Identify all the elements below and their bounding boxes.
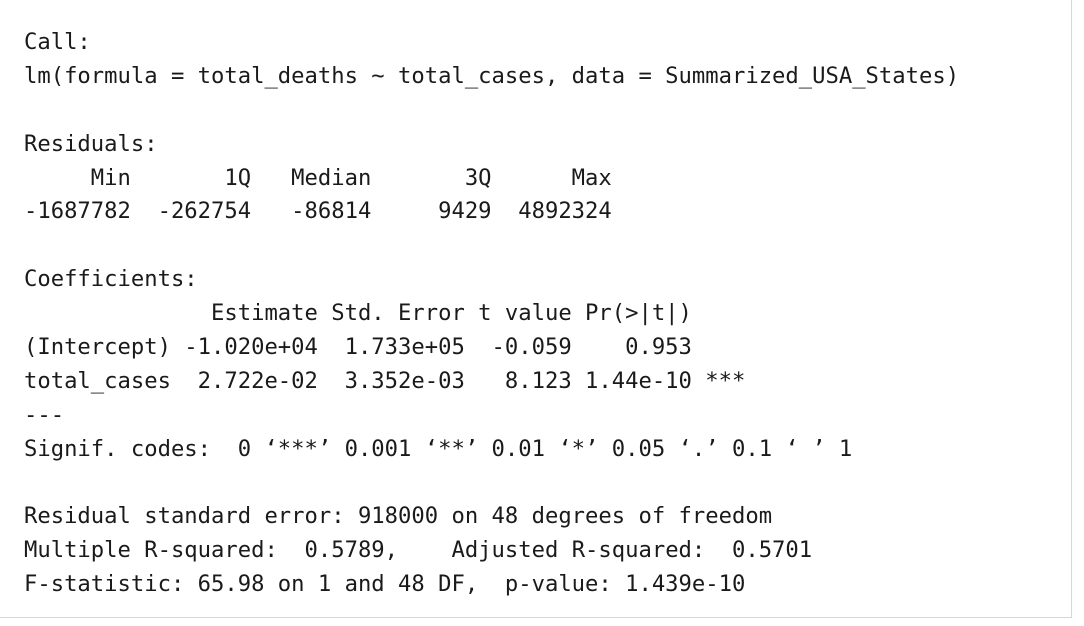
separator-line: --- <box>24 401 65 428</box>
signif-codes: Signif. codes: 0 ‘***’ 0.001 ‘**’ 0.01 ‘… <box>24 435 853 462</box>
coefficients-label: Coefficients: <box>24 266 198 293</box>
residuals-values: -1687782 -262754 -86814 9429 4892324 <box>24 198 626 225</box>
coefficients-row-total-cases: total_cases 2.722e-02 3.352e-03 8.123 1.… <box>24 367 746 394</box>
residual-standard-error: Residual standard error: 918000 on 48 de… <box>24 503 773 530</box>
regression-summary-output: Call: lm(formula = total_deaths ~ total_c… <box>24 26 959 602</box>
coefficients-header: Estimate Std. Error t value Pr(>|t|) <box>24 300 746 327</box>
coefficients-row-intercept: (Intercept) -1.020e+04 1.733e+05 -0.059 … <box>24 334 746 361</box>
residuals-label: Residuals: <box>24 130 158 157</box>
call-label: Call: <box>24 29 91 55</box>
f-statistic-line: F-statistic: 65.98 on 1 and 48 DF, p-val… <box>24 571 746 598</box>
r-squared-line: Multiple R-squared: 0.5789, Adjusted R-s… <box>24 537 826 564</box>
residuals-header: Min 1Q Median 3Q Max <box>24 164 626 191</box>
console-panel: Call: lm(formula = total_deaths ~ total_c… <box>0 0 1072 618</box>
call-formula: lm(formula = total_deaths ~ total_cases,… <box>24 62 960 89</box>
